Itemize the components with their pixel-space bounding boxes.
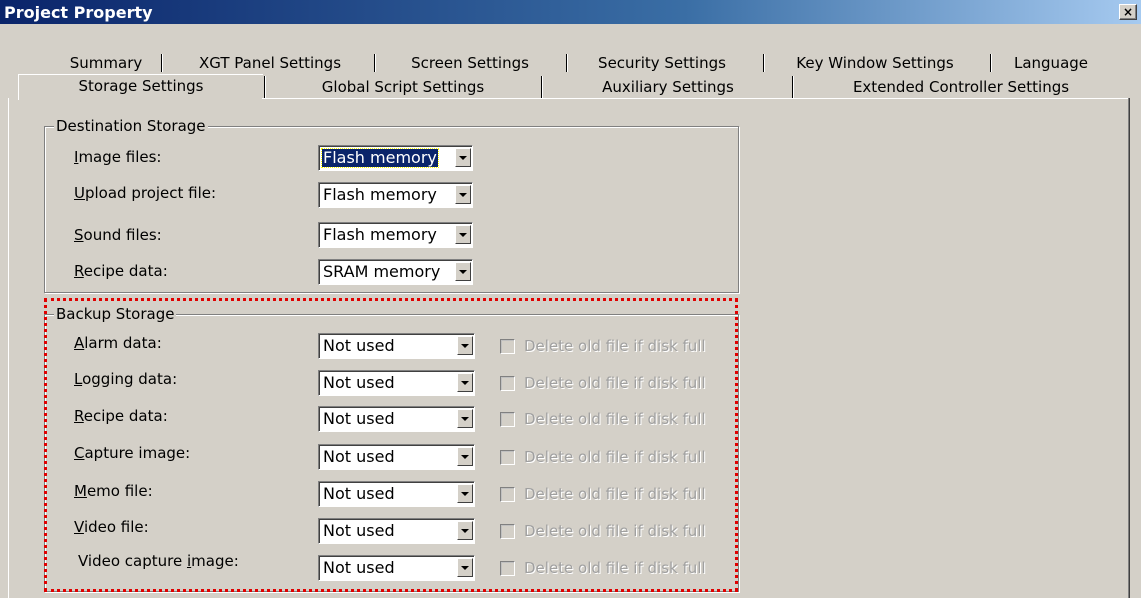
alarm-data-value: Not used	[323, 336, 395, 355]
tab-divider	[763, 54, 765, 72]
video-capture-image-value: Not used	[323, 558, 395, 577]
tab-divider	[990, 54, 992, 72]
backup-recipe-data-select[interactable]: Not used	[318, 406, 475, 432]
tab-storage-settings[interactable]: Storage Settings	[18, 74, 263, 100]
logging-data-value: Not used	[323, 373, 395, 392]
alarm-data-delete-label: Delete old file if disk full	[524, 337, 706, 355]
tab-language[interactable]: Language	[996, 52, 1106, 74]
chevron-down-icon[interactable]	[457, 447, 473, 466]
video-file-delete-label: Delete old file if disk full	[524, 522, 706, 540]
capture-image-label: Capture image:	[74, 444, 191, 462]
video-file-delete-checkbox[interactable]	[500, 524, 515, 539]
memo-file-select[interactable]: Not used	[318, 481, 475, 507]
capture-image-delete-label: Delete old file if disk full	[524, 448, 706, 466]
chevron-down-icon[interactable]	[455, 225, 471, 244]
memo-file-label: Memo file:	[74, 482, 153, 500]
capture-image-select[interactable]: Not used	[318, 444, 475, 470]
logging-data-select[interactable]: Not used	[318, 370, 475, 396]
tab-auxiliary-settings[interactable]: Auxiliary Settings	[548, 76, 788, 98]
tab-divider	[374, 54, 376, 72]
alarm-data-delete-checkbox[interactable]	[500, 339, 515, 354]
video-capture-image-select[interactable]: Not used	[318, 555, 475, 581]
chevron-down-icon[interactable]	[455, 262, 471, 281]
sound-files-label: Sound files:	[74, 226, 162, 244]
tab-panel-right	[1128, 98, 1129, 598]
memo-file-delete-checkbox[interactable]	[500, 487, 515, 502]
backup-recipe-data-delete-checkbox[interactable]	[500, 412, 515, 427]
chevron-down-icon[interactable]	[457, 373, 473, 392]
video-capture-image-delete-label: Delete old file if disk full	[524, 559, 706, 577]
image-files-select[interactable]: Flash memory	[318, 145, 473, 171]
window-title: Project Property	[4, 3, 153, 22]
alarm-data-label: Alarm data:	[74, 334, 162, 352]
tab-divider	[792, 76, 794, 98]
title-bar: Project Property ×	[0, 0, 1141, 24]
tab-panel-left	[8, 98, 9, 598]
destination-storage-legend: Destination Storage	[54, 117, 208, 135]
tab-extended-controller-settings[interactable]: Extended Controller Settings	[798, 76, 1124, 98]
tab-global-script-settings[interactable]: Global Script Settings	[270, 76, 536, 98]
tab-divider	[161, 54, 163, 72]
video-file-value: Not used	[323, 521, 395, 540]
tab-divider	[566, 54, 568, 72]
logging-data-label: Logging data:	[74, 370, 178, 388]
capture-image-value: Not used	[323, 447, 395, 466]
tab-divider	[541, 76, 543, 98]
memo-file-delete-label: Delete old file if disk full	[524, 485, 706, 503]
tab-screen-settings[interactable]: Screen Settings	[380, 52, 560, 74]
logging-data-delete-label: Delete old file if disk full	[524, 374, 706, 392]
recipe-data-value: SRAM memory	[323, 262, 441, 281]
tab-panel-top	[262, 98, 1128, 99]
tab-security-settings[interactable]: Security Settings	[572, 52, 752, 74]
chevron-down-icon[interactable]	[455, 148, 471, 167]
video-file-label: Video file:	[74, 518, 149, 536]
sound-files-value: Flash memory	[323, 225, 437, 244]
tab-summary[interactable]: Summary	[46, 52, 166, 74]
close-button[interactable]: ×	[1119, 4, 1137, 20]
chevron-down-icon[interactable]	[457, 558, 473, 577]
backup-recipe-data-value: Not used	[323, 409, 395, 428]
upload-project-file-select[interactable]: Flash memory	[318, 182, 473, 208]
tab-divider	[264, 76, 266, 98]
recipe-data-select[interactable]: SRAM memory	[318, 259, 473, 285]
recipe-data-label: Recipe data:	[74, 262, 168, 280]
tab-xgt-panel-settings[interactable]: XGT Panel Settings	[170, 52, 370, 74]
capture-image-delete-checkbox[interactable]	[500, 450, 515, 465]
memo-file-value: Not used	[323, 484, 395, 503]
chevron-down-icon[interactable]	[457, 521, 473, 540]
chevron-down-icon[interactable]	[457, 409, 473, 428]
chevron-down-icon[interactable]	[455, 185, 471, 204]
upload-project-file-label: Upload project file:	[74, 184, 217, 202]
image-files-value: Flash memory	[321, 148, 439, 168]
video-capture-image-label: Video capture image:	[78, 552, 239, 570]
backup-recipe-data-delete-label: Delete old file if disk full	[524, 410, 706, 428]
logging-data-delete-checkbox[interactable]	[500, 376, 515, 391]
video-file-select[interactable]: Not used	[318, 518, 475, 544]
backup-recipe-data-label: Recipe data:	[74, 407, 168, 425]
sound-files-select[interactable]: Flash memory	[318, 222, 473, 248]
tab-key-window-settings[interactable]: Key Window Settings	[770, 52, 980, 74]
image-files-label: Image files:	[74, 148, 162, 166]
chevron-down-icon[interactable]	[457, 336, 473, 355]
video-capture-image-delete-checkbox[interactable]	[500, 561, 515, 576]
chevron-down-icon[interactable]	[457, 484, 473, 503]
upload-project-file-value: Flash memory	[323, 185, 437, 204]
alarm-data-select[interactable]: Not used	[318, 333, 475, 359]
